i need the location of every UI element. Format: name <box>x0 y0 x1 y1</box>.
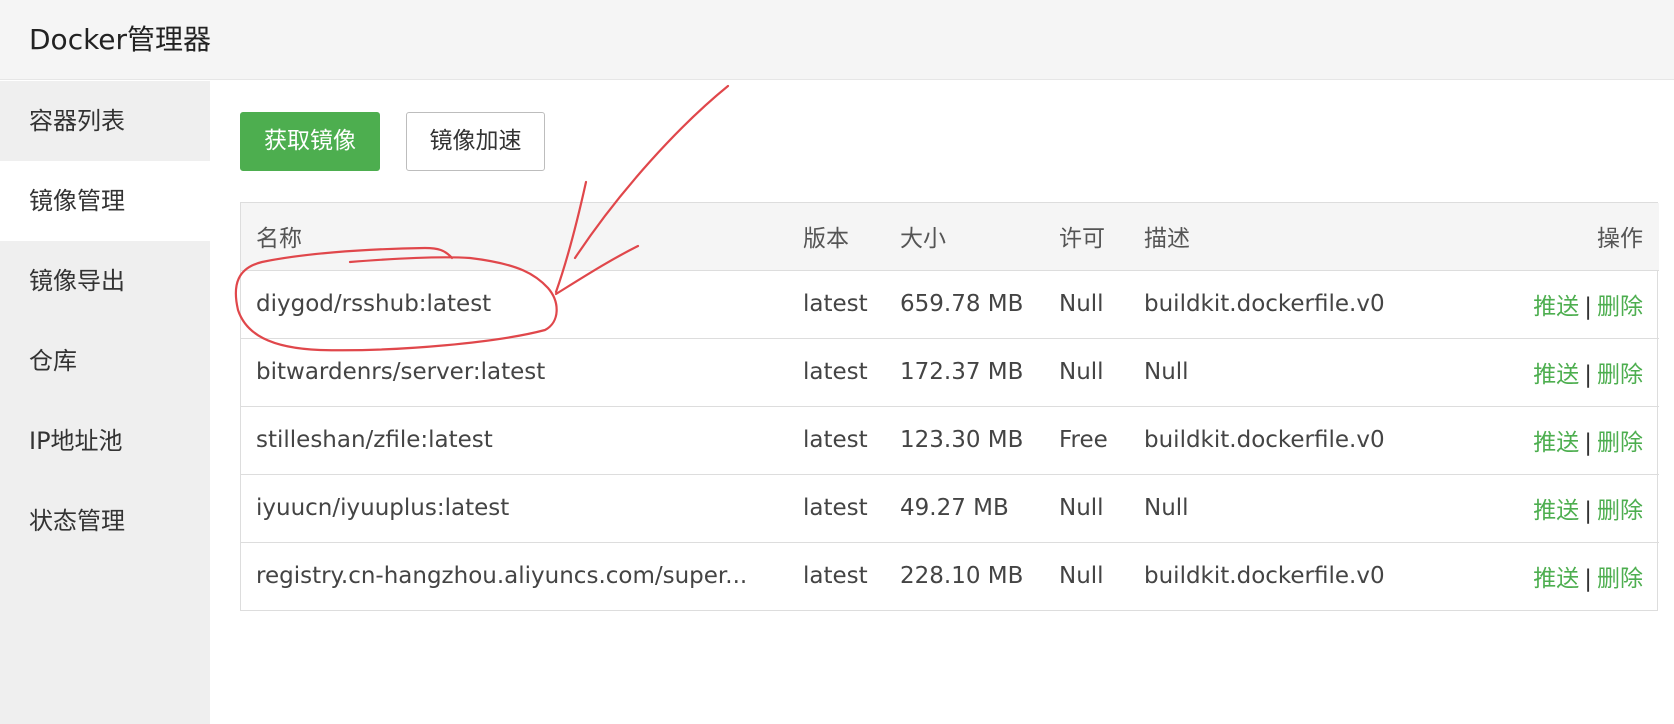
cell-size: 172.37 MB <box>900 359 1024 385</box>
cell-description: buildkit.dockerfile.v0 <box>1144 427 1385 453</box>
cell-license: Null <box>1059 495 1104 521</box>
ops-separator: | <box>1584 566 1592 593</box>
ops-separator: | <box>1584 294 1592 320</box>
delete-link[interactable]: 删除 <box>1597 566 1643 592</box>
cell-license: Free <box>1059 427 1108 453</box>
table-row: bitwardenrs/server:latest latest 172.37 … <box>241 338 1659 406</box>
column-header-license[interactable]: 许可 <box>1044 203 1129 271</box>
cell-name: diygod/rsshub:latest <box>256 291 492 317</box>
table-header-row: 名称 版本 大小 许可 描述 操作 <box>241 203 1659 271</box>
cell-ops: 推送 | 删除 <box>1419 270 1659 338</box>
cell-description: buildkit.dockerfile.v0 <box>1144 291 1385 317</box>
cell-version: latest <box>803 563 868 590</box>
main-content: 获取镜像 镜像加速 名称 版本 大小 许可 描述 操作 diygod/rsshu… <box>210 81 1674 724</box>
push-link[interactable]: 推送 <box>1533 294 1579 320</box>
get-image-button[interactable]: 获取镜像 <box>240 112 380 171</box>
sidebar-item-image-management[interactable]: 镜像管理 <box>0 161 210 241</box>
images-table: 名称 版本 大小 许可 描述 操作 diygod/rsshub:latest l… <box>240 202 1659 611</box>
cell-version: latest <box>803 359 868 385</box>
cell-ops: 推送 | 删除 <box>1419 406 1659 474</box>
column-header-version[interactable]: 版本 <box>788 203 885 271</box>
push-link[interactable]: 推送 <box>1533 362 1579 388</box>
cell-size: 228.10 MB <box>900 563 1024 590</box>
push-link[interactable]: 推送 <box>1533 566 1579 592</box>
sidebar-item-ip-pool[interactable]: IP地址池 <box>0 401 210 481</box>
cell-license: Null <box>1059 359 1104 385</box>
column-header-ops: 操作 <box>1419 203 1659 271</box>
cell-description: buildkit.dockerfile.v0 <box>1144 563 1385 590</box>
sidebar-item-image-export[interactable]: 镜像导出 <box>0 241 210 321</box>
table-row: iyuucn/iyuuplus:latest latest 49.27 MB N… <box>241 474 1659 542</box>
cell-size: 123.30 MB <box>900 427 1024 453</box>
cell-version: latest <box>803 427 868 453</box>
table-row: stilleshan/zfile:latest latest 123.30 MB… <box>241 406 1659 474</box>
column-header-name[interactable]: 名称 <box>241 203 788 271</box>
cell-description: Null <box>1144 359 1189 385</box>
column-header-description[interactable]: 描述 <box>1129 203 1419 271</box>
cell-ops: 推送 | 删除 <box>1419 474 1659 542</box>
ops-separator: | <box>1584 362 1592 388</box>
image-accelerate-button[interactable]: 镜像加速 <box>406 112 545 171</box>
table-row: diygod/rsshub:latest latest 659.78 MB Nu… <box>241 270 1659 338</box>
cell-version: latest <box>803 495 868 521</box>
app-title: Docker管理器 <box>29 23 212 56</box>
sidebar: 容器列表 镜像管理 镜像导出 仓库 IP地址池 状态管理 <box>0 81 210 724</box>
cell-name: stilleshan/zfile:latest <box>256 427 493 453</box>
cell-size: 49.27 MB <box>900 495 1009 521</box>
cell-ops: 推送 | 删除 <box>1419 338 1659 406</box>
delete-link[interactable]: 删除 <box>1597 362 1643 388</box>
cell-ops: 推送 | 删除 <box>1419 542 1659 610</box>
delete-link[interactable]: 删除 <box>1597 430 1643 456</box>
ops-separator: | <box>1584 430 1592 456</box>
cell-name: registry.cn-hangzhou.aliyuncs.com/super.… <box>256 563 748 590</box>
cell-size: 659.78 MB <box>900 291 1024 317</box>
sidebar-item-container-list[interactable]: 容器列表 <box>0 81 210 161</box>
cell-description: Null <box>1144 495 1189 521</box>
cell-name: iyuucn/iyuuplus:latest <box>256 495 510 521</box>
push-link[interactable]: 推送 <box>1533 430 1579 456</box>
delete-link[interactable]: 删除 <box>1597 294 1643 320</box>
cell-version: latest <box>803 291 868 317</box>
cell-name: bitwardenrs/server:latest <box>256 359 546 385</box>
title-bar: Docker管理器 <box>0 0 1674 80</box>
push-link[interactable]: 推送 <box>1533 498 1579 524</box>
table-row: registry.cn-hangzhou.aliyuncs.com/super.… <box>241 542 1659 610</box>
column-header-size[interactable]: 大小 <box>885 203 1044 271</box>
cell-license: Null <box>1059 563 1104 590</box>
delete-link[interactable]: 删除 <box>1597 498 1643 524</box>
sidebar-item-status-management[interactable]: 状态管理 <box>0 481 210 561</box>
sidebar-item-repository[interactable]: 仓库 <box>0 321 210 401</box>
cell-license: Null <box>1059 291 1104 317</box>
ops-separator: | <box>1584 498 1592 524</box>
